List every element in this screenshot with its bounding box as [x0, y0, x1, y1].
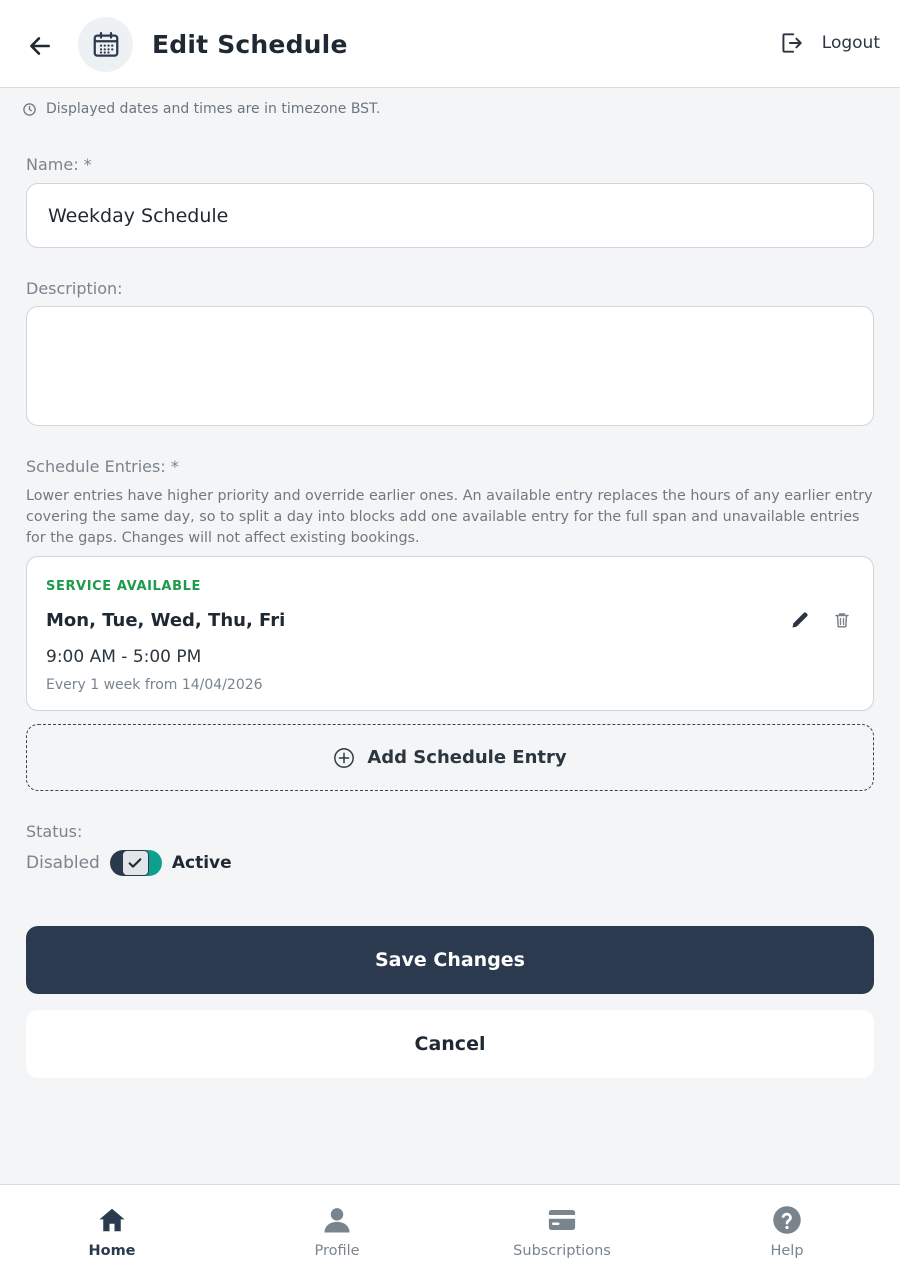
plus-circle-icon — [334, 747, 355, 768]
home-icon — [99, 1208, 125, 1232]
add-schedule-entry-button[interactable]: Add Schedule Entry — [26, 724, 874, 791]
status-toggle[interactable] — [109, 850, 162, 876]
clock-icon — [23, 102, 36, 116]
logout-icon — [782, 33, 802, 53]
nav-label-subscriptions: Subscriptions — [513, 1243, 611, 1259]
status-label: Status: — [26, 822, 83, 841]
name-label: Name: * — [26, 155, 92, 174]
nav-label-profile: Profile — [314, 1243, 360, 1259]
help-icon — [773, 1206, 801, 1234]
nav-item-help[interactable]: Help — [712, 1205, 862, 1259]
entry-recurrence: Every 1 week from 14/04/2026 — [46, 677, 263, 693]
person-icon — [324, 1208, 350, 1233]
schedule-entries-help: Lower entries have higher priority and o… — [26, 488, 873, 546]
pencil-icon — [792, 612, 808, 628]
cancel-button[interactable]: Cancel — [26, 1010, 874, 1078]
status-row: Disabled Active — [26, 848, 232, 878]
delete-entry-button[interactable] — [829, 607, 855, 633]
nav-item-subscriptions[interactable]: Subscriptions — [487, 1205, 637, 1259]
arrow-left-icon — [30, 37, 50, 55]
card-icon — [548, 1210, 576, 1230]
description-label: Description: — [26, 279, 123, 298]
calendar-badge — [78, 17, 133, 72]
nav-item-home[interactable]: Home — [37, 1205, 187, 1259]
logout-label: Logout — [821, 33, 880, 53]
save-changes-button[interactable]: Save Changes — [26, 926, 874, 994]
edit-entry-button[interactable] — [787, 607, 813, 633]
entry-days: Mon, Tue, Wed, Thu, Fri — [46, 610, 286, 631]
nav-item-profile[interactable]: Profile — [262, 1205, 412, 1259]
nav-label-help: Help — [770, 1243, 804, 1259]
toggle-thumb — [121, 850, 149, 876]
page-title: Edit Schedule — [152, 30, 348, 59]
timezone-note: Displayed dates and times are in timezon… — [22, 101, 380, 117]
back-button[interactable] — [22, 28, 58, 64]
app-header: Edit Schedule Logout — [0, 0, 900, 88]
schedule-entries-label: Schedule Entries: * — [26, 457, 179, 476]
bottom-nav: Home Profile Subscriptions Help — [0, 1184, 900, 1286]
logout-button[interactable]: Logout — [778, 30, 880, 56]
description-textarea[interactable] — [26, 306, 874, 426]
calendar-icon — [93, 31, 118, 57]
status-active-label: Active — [171, 853, 232, 873]
name-input[interactable]: Weekday Schedule — [26, 183, 874, 248]
trash-icon — [835, 613, 849, 628]
nav-label-home: Home — [88, 1243, 136, 1259]
check-icon — [128, 858, 142, 868]
timezone-text: Displayed dates and times are in timezon… — [46, 101, 381, 117]
add-schedule-entry-label: Add Schedule Entry — [367, 747, 567, 768]
entry-time: 9:00 AM - 5:00 PM — [46, 647, 202, 667]
schedule-entry-card: SERVICE AVAILABLE Mon, Tue, Wed, Thu, Fr… — [26, 556, 874, 711]
entry-availability-badge: SERVICE AVAILABLE — [46, 579, 201, 594]
status-disabled-label: Disabled — [26, 853, 100, 873]
